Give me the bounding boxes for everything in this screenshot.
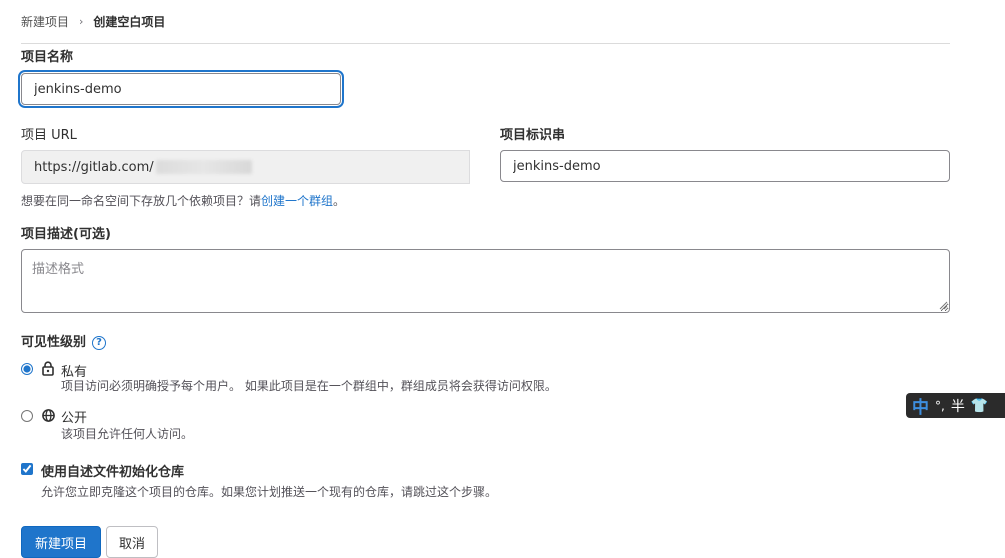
- ime-chinese-mode[interactable]: 中: [912, 393, 929, 418]
- init-readme-checkbox[interactable]: [21, 463, 33, 475]
- project-slug-input[interactable]: [500, 150, 950, 182]
- help-icon[interactable]: ?: [92, 335, 107, 350]
- create-group-link[interactable]: 创建一个群组: [261, 194, 333, 208]
- ime-punctuation-mode[interactable]: °,: [935, 399, 945, 413]
- group-hint-text: 想要在同一命名空间下存放几个依赖项目？请: [21, 194, 262, 208]
- description-label: 项目描述(可选): [21, 227, 111, 242]
- init-readme-label[interactable]: 使用自述文件初始化仓库: [41, 461, 184, 480]
- header-divider: [21, 43, 950, 44]
- ime-skin-icon[interactable]: 👕: [971, 398, 988, 414]
- project-url-namespace-select[interactable]: https://gitlab.com/: [21, 150, 470, 184]
- group-hint-suffix: 。: [333, 194, 346, 208]
- cancel-button[interactable]: 取消: [106, 526, 158, 558]
- visibility-private-description: 项目访问必须明确授予每个用户。 如果此项目是在一个群组中，群组成员将会获得访问权…: [61, 379, 557, 393]
- ime-toolbar[interactable]: 中 °, 半 👕: [906, 393, 1005, 418]
- visibility-public-title: 公开: [61, 411, 88, 426]
- project-url-label: 项目 URL: [21, 128, 77, 143]
- project-slug-label: 项目标识串: [500, 128, 566, 143]
- ime-half-width-mode[interactable]: 半: [951, 396, 965, 416]
- breadcrumb-item-new-project[interactable]: 新建项目: [21, 13, 69, 30]
- init-readme-description: 允许您立即克隆这个项目的仓库。如果您计划推送一个现有的仓库，请跳过这个步骤。: [41, 485, 498, 499]
- project-name-input[interactable]: [21, 73, 341, 105]
- project-url-prefix: https://gitlab.com/: [34, 159, 154, 175]
- breadcrumb-item-current: 创建空白项目: [93, 14, 166, 29]
- visibility-private-radio[interactable]: [21, 363, 33, 375]
- description-textarea[interactable]: [21, 249, 950, 313]
- lock-icon: [42, 361, 54, 376]
- visibility-public-radio[interactable]: [21, 410, 33, 422]
- breadcrumb: 新建项目 › 创建空白项目: [21, 12, 165, 30]
- globe-icon: [42, 409, 55, 422]
- visibility-label: 可见性级别?: [21, 331, 107, 350]
- redacted-namespace: [155, 160, 252, 174]
- breadcrumb-separator: ›: [79, 14, 84, 28]
- visibility-public-description: 该项目允许任何人访问。: [61, 427, 194, 441]
- visibility-label-text: 可见性级别: [21, 335, 87, 350]
- group-hint: 想要在同一命名空间下存放几个依赖项目？请创建一个群组。: [21, 192, 345, 209]
- project-name-label: 项目名称: [21, 50, 74, 65]
- create-project-button[interactable]: 新建项目: [21, 526, 101, 558]
